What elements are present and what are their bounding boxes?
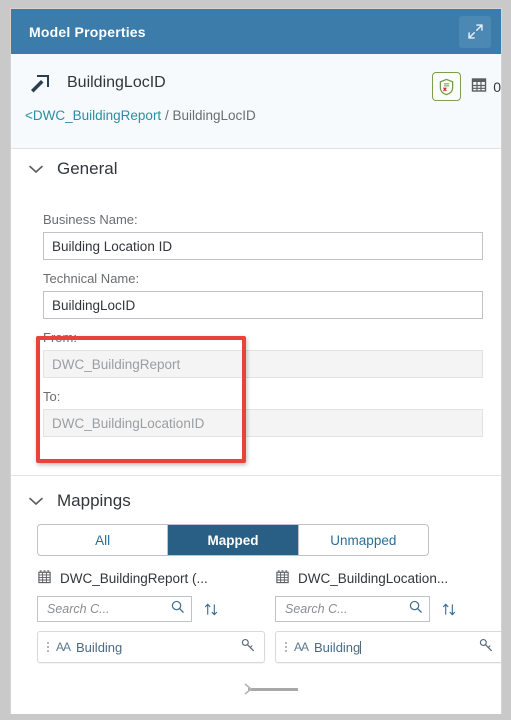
magnifier-icon[interactable] [170,599,185,619]
sort-arrows-icon [442,603,455,615]
grip-dot [285,650,287,652]
target-sort-button[interactable] [438,597,460,621]
technical-name-input[interactable]: BuildingLocID [43,291,483,319]
expand-icon[interactable] [459,15,491,48]
mapping-item-label: Building [314,640,478,655]
search-placeholder: Search C... [285,602,348,616]
filter-tab-unmapped[interactable]: Unmapped [299,525,428,555]
object-header: BuildingLocID 0 <DWC_BuildingReport / Bu… [11,54,501,149]
mapping-item-source[interactable]: AA Building [37,631,265,663]
text-cursor [360,640,362,654]
shield-check-glyph [439,78,454,95]
general-section-title: General [57,159,118,178]
panel-title: Model Properties [29,23,146,40]
association-arrow-icon [25,70,55,96]
mapping-item-label-text: Building [314,639,361,655]
shield-check-icon[interactable] [432,72,462,101]
connector-arrow-glyph [244,683,253,695]
mapping-connector-line [248,688,298,691]
key-icon[interactable] [478,637,494,658]
association-arrow-glyph [31,75,49,93]
field-technical-name: Technical Name: BuildingLocID [43,271,483,319]
chevron-down-glyph [29,497,43,505]
chevron-down-icon[interactable] [29,497,43,506]
field-from: From: DWC_BuildingReport [43,330,483,378]
general-section-header[interactable]: General [11,149,501,187]
table-entity-icon [275,569,290,587]
breadcrumb-current: BuildingLocID [172,108,256,123]
source-column-header: DWC_BuildingReport (... [37,568,265,588]
target-search-row: Search C... [275,596,501,622]
mapping-connector-arrow [243,682,255,701]
from-input: DWC_BuildingReport [43,350,483,378]
panel-titlebar: Model Properties [11,9,501,54]
grip-dot [285,646,287,648]
source-sort-button[interactable] [200,597,222,621]
mappings-filter-segmented: All Mapped Unmapped [37,524,429,556]
target-column-title: DWC_BuildingLocation... [298,570,449,586]
breadcrumb-parent-link[interactable]: <DWC_BuildingReport [25,108,161,123]
magnifier-glyph [409,600,422,613]
field-to: To: DWC_BuildingLocationID [43,389,483,437]
grip-dot [47,650,49,652]
target-column-header: DWC_BuildingLocation... [275,568,501,588]
source-column-title: DWC_BuildingReport (... [60,570,208,586]
object-header-row: BuildingLocID [25,66,493,100]
text-type-icon: AA [294,640,309,654]
breadcrumb-separator: / [164,108,169,123]
object-name: BuildingLocID [67,74,166,91]
field-label: Technical Name: [43,271,140,286]
sort-arrows-icon [204,603,217,615]
field-label: To: [43,389,61,404]
text-type-icon: AA [56,640,71,654]
mapping-item-target[interactable]: AA Building [275,631,501,663]
mappings-section-header[interactable]: Mappings [11,476,501,520]
to-input: DWC_BuildingLocationID [43,409,483,437]
magnifier-icon[interactable] [408,599,423,619]
key-icon[interactable] [240,637,256,658]
magnifier-glyph [171,600,184,613]
table-grid-icon [471,77,487,96]
table-grid-glyph [472,78,487,92]
mapping-column-source: DWC_BuildingReport (... Search C... AA B… [37,568,265,663]
filter-tab-all[interactable]: All [38,525,169,555]
screen-root: Model Properties BuildingLocID 0 <DWC_Bu… [0,0,511,720]
expand-icon-glyph [467,24,483,39]
table-entity-glyph [38,570,51,584]
business-name-input[interactable]: Building Location ID [43,232,483,260]
object-header-tools: 0 [432,72,501,101]
chevron-down-icon[interactable] [29,165,43,174]
key-glyph [479,638,492,651]
mapping-column-target: DWC_BuildingLocation... Search C... AA B… [275,568,501,663]
model-properties-panel: Model Properties BuildingLocID 0 <DWC_Bu… [10,8,502,714]
grip-dot [285,642,287,644]
grip-dot [47,642,49,644]
key-glyph [241,638,254,651]
records-count-group: 0 [471,77,501,96]
filter-tab-mapped[interactable]: Mapped [168,525,299,555]
grip-dot [47,646,49,648]
breadcrumb: <DWC_BuildingReport / BuildingLocID [25,108,493,123]
source-search-input[interactable]: Search C... [37,596,192,622]
mappings-section-body: All Mapped Unmapped DWC_BuildingReport (… [11,524,501,663]
field-business-name: Business Name: Building Location ID [43,212,483,260]
mapping-columns: DWC_BuildingReport (... Search C... AA B… [37,568,501,663]
chevron-down-glyph [29,165,43,173]
mapping-item-label: Building [76,639,123,655]
records-count: 0 [493,78,501,95]
table-entity-glyph [276,570,289,584]
table-entity-icon [37,569,52,587]
drag-handle-icon[interactable] [42,642,54,652]
target-search-input[interactable]: Search C... [275,596,430,622]
search-placeholder: Search C... [47,602,110,616]
drag-handle-icon[interactable] [280,642,292,652]
general-section-body: Business Name: Building Location ID Tech… [11,187,501,437]
mappings-section-title: Mappings [57,491,131,510]
field-label: From: [43,330,77,345]
field-label: Business Name: [43,212,138,227]
source-search-row: Search C... [37,596,265,622]
